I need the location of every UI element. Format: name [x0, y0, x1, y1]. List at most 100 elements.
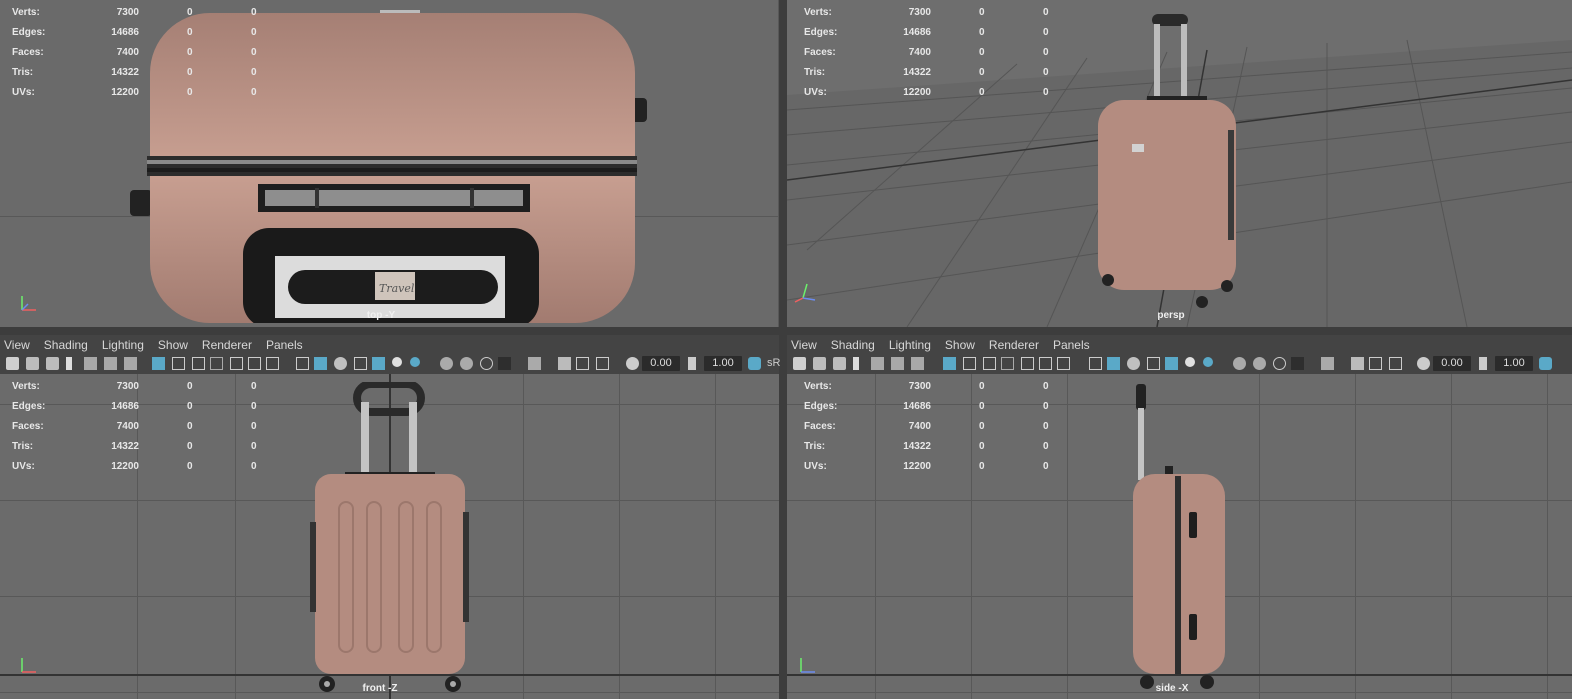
use-default-material-icon[interactable]: [334, 357, 347, 370]
menu-view[interactable]: View: [791, 335, 817, 355]
textured-icon[interactable]: [372, 357, 385, 370]
antialiasing-icon[interactable]: [1273, 357, 1286, 370]
camera-lock-icon[interactable]: [813, 357, 826, 370]
textured-icon[interactable]: [1165, 357, 1178, 370]
panel-menu-bar: View Shading Lighting Show Renderer Panels: [0, 335, 779, 355]
gamma-field[interactable]: 1.00: [1495, 356, 1533, 371]
camera-icon[interactable]: [6, 357, 19, 370]
antialiasing-icon[interactable]: [480, 357, 493, 370]
wireframe-icon[interactable]: [1089, 357, 1102, 370]
camera-icon[interactable]: [793, 357, 806, 370]
camera-lock-icon[interactable]: [26, 357, 39, 370]
grid-icon[interactable]: [152, 357, 165, 370]
grid-icon[interactable]: [943, 357, 956, 370]
xray-icon[interactable]: [558, 357, 571, 370]
menu-show[interactable]: Show: [945, 335, 975, 355]
ambient-occlusion-icon[interactable]: [1233, 357, 1246, 370]
menu-shading[interactable]: Shading: [44, 335, 88, 355]
stats-overlay: Verts: 7300 0 0 Edges: 14686 0 0 Faces: 7400 0 0 …: [12, 3, 272, 103]
menu-panels[interactable]: Panels: [1053, 335, 1090, 355]
gamma-icon[interactable]: [688, 357, 696, 370]
pane-divider-vertical[interactable]: [779, 0, 787, 699]
lights-icon[interactable]: [1185, 357, 1195, 367]
exposure-icon[interactable]: [1417, 357, 1430, 370]
gamma-field[interactable]: 1.00: [704, 356, 742, 371]
bookmark-icon[interactable]: [66, 357, 72, 370]
grease-pencil-icon[interactable]: [891, 357, 904, 370]
color-management-icon[interactable]: [1539, 357, 1552, 370]
camera-label: side -X: [1155, 683, 1189, 694]
safe-title-icon[interactable]: [266, 357, 279, 370]
lights-icon[interactable]: [392, 357, 402, 367]
exposure-field[interactable]: 0.00: [1433, 356, 1471, 371]
isolate-select-icon[interactable]: [528, 357, 541, 370]
wireframe-on-shaded-icon[interactable]: [354, 357, 367, 370]
menu-renderer[interactable]: Renderer: [989, 335, 1039, 355]
pane-divider-horizontal[interactable]: [0, 327, 1572, 335]
resolution-gate-icon[interactable]: [983, 357, 996, 370]
xray-icon[interactable]: [1351, 357, 1364, 370]
motion-blur-icon[interactable]: [460, 357, 473, 370]
menu-lighting[interactable]: Lighting: [889, 335, 931, 355]
xray-joints-icon[interactable]: [1369, 357, 1382, 370]
film-gate-icon[interactable]: [172, 357, 185, 370]
viewport-top[interactable]: Travel Verts: 7300 0 0 Edges: 14686 0 0 Faces:…: [0, 0, 779, 327]
stats-overlay: Verts: 7300 0 0 Edges: 14686 0 0 Faces: 7400 0 0 …: [12, 381, 257, 472]
camera-attr-icon[interactable]: [46, 357, 59, 370]
menu-lighting[interactable]: Lighting: [102, 335, 144, 355]
safe-title-icon[interactable]: [1057, 357, 1070, 370]
stat-value: 12200: [111, 87, 139, 98]
stat-label: Verts:: [12, 7, 40, 18]
safe-action-icon[interactable]: [248, 357, 261, 370]
color-space-label[interactable]: sR: [767, 357, 780, 369]
exposure-icon[interactable]: [626, 357, 639, 370]
axis-gizmo-icon: [21, 658, 36, 673]
film-gate-icon[interactable]: [963, 357, 976, 370]
xray-active-icon[interactable]: [596, 357, 609, 370]
isolate-select-icon[interactable]: [1321, 357, 1334, 370]
viewport-front[interactable]: Verts: 7300 0 0 Edges: 14686 0 0 Faces: 7400 0 0 …: [0, 374, 779, 699]
wireframe-icon[interactable]: [296, 357, 309, 370]
field-chart-icon[interactable]: [230, 357, 243, 370]
gate-mask-icon[interactable]: [1001, 357, 1014, 370]
xray-active-icon[interactable]: [1389, 357, 1402, 370]
field-chart-icon[interactable]: [1021, 357, 1034, 370]
stat-label: Tris:: [12, 67, 34, 78]
wireframe-on-shaded-icon[interactable]: [1147, 357, 1160, 370]
menu-shading[interactable]: Shading: [831, 335, 875, 355]
gamma-icon[interactable]: [1479, 357, 1487, 370]
grease-pencil-icon[interactable]: [104, 357, 117, 370]
depth-of-field-icon[interactable]: [498, 357, 511, 370]
image-plane-icon[interactable]: [871, 357, 884, 370]
image-plane-icon[interactable]: [84, 357, 97, 370]
use-default-material-icon[interactable]: [1127, 357, 1140, 370]
color-management-icon[interactable]: [748, 357, 761, 370]
camera-attr-icon[interactable]: [833, 357, 846, 370]
menu-renderer[interactable]: Renderer: [202, 335, 252, 355]
smooth-shade-icon[interactable]: [1107, 357, 1120, 370]
menu-show[interactable]: Show: [158, 335, 188, 355]
twod-pan-icon[interactable]: [124, 357, 137, 370]
motion-blur-icon[interactable]: [1253, 357, 1266, 370]
axis-gizmo-icon: [794, 283, 816, 303]
panel-toolbar: 0.00 1.00: [787, 354, 1572, 374]
menu-panels[interactable]: Panels: [266, 335, 303, 355]
menu-view[interactable]: View: [4, 335, 30, 355]
ambient-occlusion-icon[interactable]: [440, 357, 453, 370]
exposure-field[interactable]: 0.00: [642, 356, 680, 371]
shadows-icon[interactable]: [1203, 357, 1213, 367]
depth-of-field-icon[interactable]: [1291, 357, 1304, 370]
bookmark-icon[interactable]: [853, 357, 859, 370]
shadows-icon[interactable]: [410, 357, 420, 367]
resolution-gate-icon[interactable]: [192, 357, 205, 370]
safe-action-icon[interactable]: [1039, 357, 1052, 370]
twod-pan-icon[interactable]: [911, 357, 924, 370]
camera-label: persp: [1157, 310, 1185, 321]
camera-label: front -Z: [362, 683, 398, 694]
stat-value: 7400: [116, 47, 139, 58]
xray-joints-icon[interactable]: [576, 357, 589, 370]
viewport-persp[interactable]: Verts: 7300 0 0 Edges: 14686 0 0 Faces: 7400 0 0 …: [787, 0, 1572, 327]
viewport-side[interactable]: Verts: 7300 0 0 Edges: 14686 0 0 Faces: 7400 0 0 …: [787, 374, 1572, 699]
smooth-shade-icon[interactable]: [314, 357, 327, 370]
gate-mask-icon[interactable]: [210, 357, 223, 370]
